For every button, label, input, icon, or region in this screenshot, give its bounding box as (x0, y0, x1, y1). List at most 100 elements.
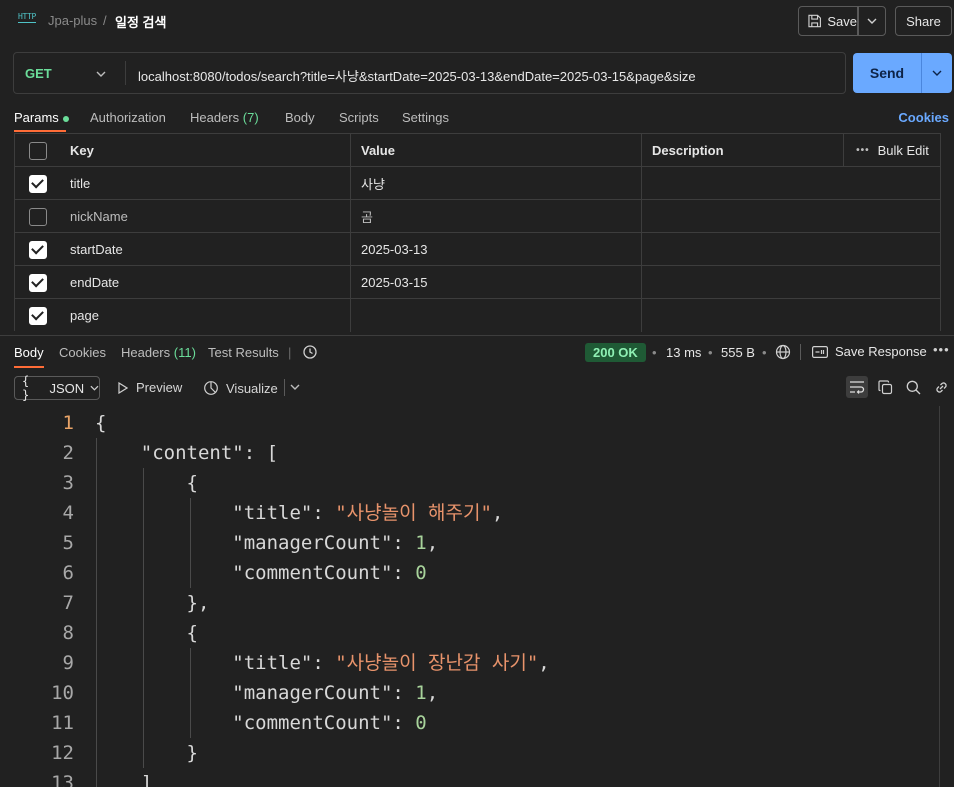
tab-params[interactable]: Params (14, 110, 69, 125)
search-icon[interactable] (902, 376, 924, 398)
save-button[interactable]: Save (798, 6, 858, 36)
format-select[interactable]: { } JSON (14, 374, 100, 402)
toolbar-divider (284, 379, 285, 396)
preview-label: Preview (136, 380, 183, 395)
response-size[interactable]: 555 B (721, 345, 755, 360)
code-text: } (95, 742, 198, 764)
tab-authorization[interactable]: Authorization (90, 110, 166, 125)
history-icon[interactable] (302, 344, 318, 363)
send-options-dropdown[interactable] (921, 53, 952, 93)
row-checkbox[interactable] (28, 240, 47, 259)
save-response-icon (812, 345, 828, 358)
more-icon: ••• (856, 145, 870, 156)
chevron-down-icon (932, 70, 942, 76)
cookies-link[interactable]: Cookies (898, 110, 949, 125)
code-text: { (95, 472, 198, 494)
response-toolbar: { } JSON Preview Visualize (0, 370, 954, 404)
chevron-down-icon[interactable] (290, 379, 300, 393)
response-tab-cookies[interactable]: Cookies (59, 345, 106, 360)
response-tabs: Body Cookies Headers (11) Test Results |… (0, 336, 954, 368)
tab-separator: | (288, 345, 292, 360)
param-key[interactable]: endDate (60, 266, 350, 299)
response-time[interactable]: 13 ms (666, 345, 701, 360)
chevron-down-icon (867, 18, 877, 24)
param-value[interactable]: 2025-03-13 (350, 233, 641, 266)
meta-separator: • (762, 345, 767, 360)
bulk-edit-button[interactable]: ••• Bulk Edit (843, 134, 941, 167)
save-options-dropdown[interactable] (858, 6, 886, 36)
wrap-lines-icon[interactable] (846, 376, 868, 398)
response-tab-body[interactable]: Body (14, 345, 44, 360)
response-tab-headers[interactable]: Headers (11) (121, 345, 196, 360)
code-scrollbar[interactable] (939, 406, 940, 787)
line-number: 4 (62, 502, 74, 524)
select-all-checkbox[interactable] (28, 141, 47, 160)
row-checkbox[interactable] (28, 207, 47, 226)
row-checkbox[interactable] (28, 273, 47, 292)
line-number: 1 (62, 412, 74, 434)
link-icon[interactable] (930, 376, 952, 398)
breadcrumb-collection[interactable]: Jpa-plus (48, 13, 97, 28)
copy-icon[interactable] (874, 376, 896, 398)
column-header-key: Key (70, 143, 94, 158)
param-value[interactable]: 곰 (350, 200, 641, 233)
chevron-down-icon[interactable] (96, 65, 106, 80)
param-description[interactable] (641, 299, 941, 332)
param-key[interactable]: startDate (60, 233, 350, 266)
breadcrumb-separator: / (103, 13, 107, 28)
table-row: page (15, 298, 941, 332)
param-value[interactable]: 2025-03-15 (350, 266, 641, 299)
url-input[interactable]: localhost:8080/todos/search?title=사냥&sta… (138, 66, 696, 85)
code-text: "title": "사냥놀이 장난감 사기", (95, 652, 550, 674)
response-tab-test-results[interactable]: Test Results (208, 345, 279, 360)
active-tab-indicator (14, 366, 44, 368)
param-key[interactable]: nickName (60, 200, 350, 233)
code-line: 3 { (0, 468, 940, 498)
send-button[interactable]: Send (853, 53, 921, 93)
response-body-code[interactable]: 1{2 "content": [3 {4 "title": "사냥놀이 해주기"… (0, 406, 940, 787)
param-description[interactable] (641, 233, 941, 266)
code-text: ] (95, 772, 153, 787)
param-description[interactable] (641, 266, 941, 299)
param-key[interactable]: title (60, 167, 350, 200)
braces-icon: { } (22, 374, 30, 402)
param-key[interactable]: page (60, 299, 350, 332)
code-text: { (95, 622, 198, 644)
tab-scripts[interactable]: Scripts (339, 110, 379, 125)
column-header-description: Description (641, 134, 843, 167)
params-header-row: Key Value Description ••• Bulk Edit (15, 133, 941, 167)
globe-icon[interactable] (775, 344, 791, 363)
url-divider (125, 61, 126, 85)
tab-body[interactable]: Body (285, 110, 315, 125)
format-label: JSON (49, 380, 85, 396)
tab-headers[interactable]: Headers (7) (190, 110, 259, 125)
url-bar: GET localhost:8080/todos/search?title=사냥… (13, 52, 846, 94)
more-options-icon[interactable]: ••• (933, 342, 950, 357)
preview-button[interactable]: Preview (118, 380, 182, 395)
status-badge[interactable]: 200 OK (585, 343, 646, 362)
param-value[interactable]: 사냥 (350, 167, 641, 200)
active-tab-indicator (14, 130, 66, 132)
http-method-select[interactable]: GET (25, 66, 52, 81)
table-row: startDate 2025-03-13 (15, 232, 941, 266)
breadcrumb-request-name[interactable]: 일정 검색 (115, 12, 166, 31)
param-description[interactable] (641, 167, 941, 200)
save-response-button[interactable]: Save Response (812, 344, 927, 359)
params-table: Key Value Description ••• Bulk Edit titl… (14, 133, 941, 332)
param-value[interactable] (350, 299, 641, 332)
visualize-button[interactable]: Visualize (203, 380, 278, 396)
line-number: 5 (62, 532, 74, 554)
code-text: "managerCount": 1, (95, 682, 439, 704)
save-icon (808, 14, 821, 28)
code-line: 4 "title": "사냥놀이 해주기", (0, 498, 940, 528)
table-row: endDate 2025-03-15 (15, 265, 941, 299)
code-line: 10 "managerCount": 1, (0, 678, 940, 708)
param-description[interactable] (641, 200, 941, 233)
tab-settings[interactable]: Settings (402, 110, 449, 125)
row-checkbox[interactable] (28, 174, 47, 193)
share-button[interactable]: Share (895, 6, 952, 36)
row-checkbox[interactable] (28, 306, 47, 325)
column-header-value: Value (350, 134, 641, 167)
line-number: 7 (62, 592, 74, 614)
meta-separator: • (652, 345, 657, 360)
